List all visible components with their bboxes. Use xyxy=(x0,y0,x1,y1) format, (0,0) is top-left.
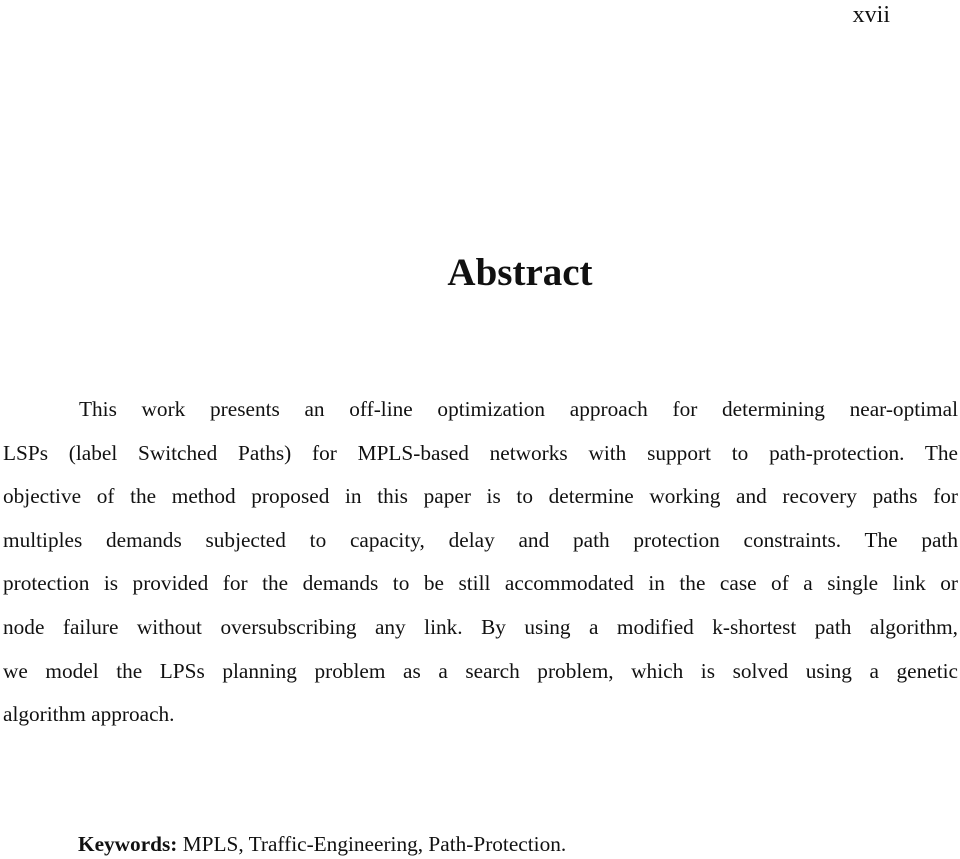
abstract-line: This work presents an off-line optimizat… xyxy=(79,397,958,421)
page-title: Abstract xyxy=(447,251,593,294)
keywords-value: MPLS, Traffic-Engineering, Path-Protecti… xyxy=(177,832,567,856)
abstract-line: we model the LPSs planning problem as a … xyxy=(3,658,958,683)
abstract-line: objective of the method proposed in this… xyxy=(3,484,958,509)
page-number: xvii xyxy=(852,2,890,28)
abstract-line: multiples demands subjected to capacity,… xyxy=(3,527,958,552)
abstract-line: algorithm approach. xyxy=(3,702,175,727)
abstract-line: protection is provided for the demands t… xyxy=(3,571,958,596)
abstract-paragraph: This work presents an off-line optimizat… xyxy=(3,389,958,738)
abstract-line: LSPs (label Switched Paths) for MPLS-bas… xyxy=(3,440,958,465)
keywords-line: Keywords: MPLS, Traffic-Engineering, Pat… xyxy=(78,829,566,859)
abstract-line: node failure without oversubscribing any… xyxy=(3,614,958,639)
keywords-label: Keywords: xyxy=(78,832,178,856)
